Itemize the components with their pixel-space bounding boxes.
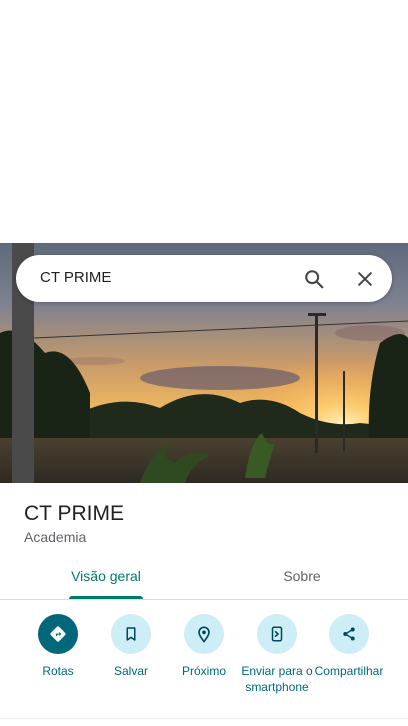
bookmark-icon	[126, 627, 136, 641]
search-button[interactable]	[299, 264, 329, 294]
map-area[interactable]	[0, 0, 408, 243]
tab-overview[interactable]: Visão geral	[6, 556, 206, 600]
place-category: Academia	[24, 529, 87, 545]
send-to-phone-button[interactable]: Enviar para o smartphone	[240, 612, 314, 695]
save-label: Salvar	[113, 664, 148, 678]
search-query[interactable]: CT PRIME	[40, 269, 111, 286]
save-button[interactable]: Salvar	[94, 612, 168, 679]
directions-button[interactable]: Rotas	[21, 612, 95, 679]
send-to-phone-label: Enviar para o smartphone	[241, 664, 313, 694]
place-title: CT PRIME	[24, 502, 124, 525]
nearby-button-circle[interactable]	[184, 614, 224, 654]
action-buttons-row: Rotas Salvar Próximo Enviar para o smart…	[0, 612, 408, 712]
share-button[interactable]: Compartilhar	[312, 612, 386, 679]
bottom-divider	[0, 718, 408, 719]
directions-button-circle[interactable]	[38, 614, 78, 654]
send-to-phone-icon	[271, 626, 283, 642]
directions-label: Rotas	[42, 664, 74, 678]
nearby-icon	[198, 626, 210, 643]
save-button-circle[interactable]	[111, 614, 151, 654]
share-button-circle[interactable]	[329, 614, 369, 654]
search-bar[interactable]: CT PRIME	[16, 255, 392, 302]
share-icon	[343, 627, 355, 641]
close-button[interactable]	[350, 264, 380, 294]
tab-bar: Visão geral Sobre	[0, 556, 408, 600]
directions-icon	[50, 626, 66, 642]
active-tab-indicator	[69, 596, 143, 599]
send-to-phone-button-circle[interactable]	[257, 614, 297, 654]
close-icon	[358, 272, 372, 286]
tab-about[interactable]: Sobre	[202, 556, 402, 600]
nearby-label: Próximo	[181, 664, 226, 678]
search-icon	[305, 270, 324, 289]
nearby-button[interactable]: Próximo	[167, 612, 241, 679]
share-label: Compartilhar	[314, 664, 384, 678]
